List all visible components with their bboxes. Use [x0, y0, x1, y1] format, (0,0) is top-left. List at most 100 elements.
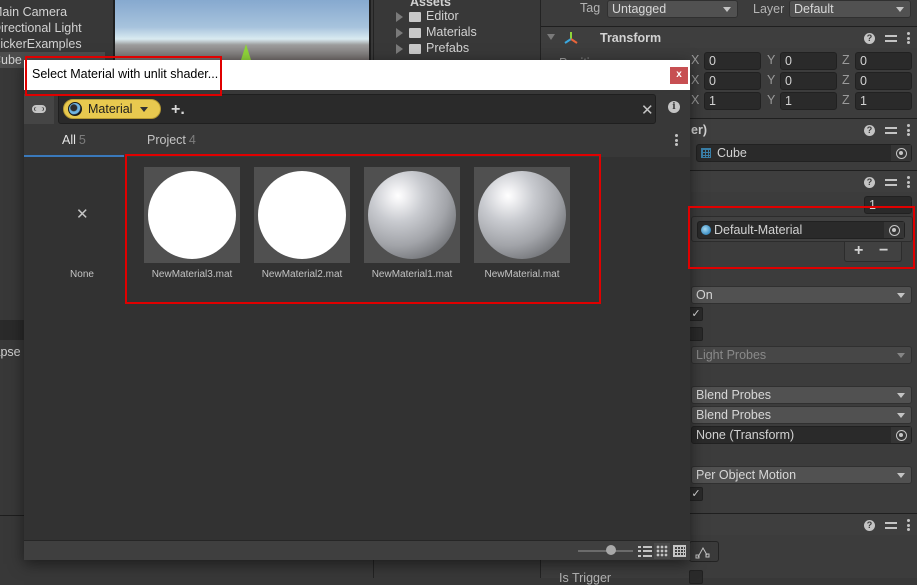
toggle-icon: [32, 105, 46, 113]
position-z-field[interactable]: 0: [855, 52, 912, 70]
cast-shadows-dropdown[interactable]: On: [691, 286, 912, 304]
chevron-down-icon[interactable]: [140, 106, 149, 112]
presets-icon[interactable]: [885, 125, 897, 136]
help-icon[interactable]: ?: [864, 32, 875, 44]
motion-vectors-dropdown[interactable]: Per Object Motion: [691, 466, 912, 484]
scale-z-field[interactable]: 1: [855, 92, 912, 110]
tab-all[interactable]: All 5: [62, 133, 86, 147]
object-picker-button[interactable]: [891, 145, 911, 161]
material-item[interactable]: NewMaterial.mat: [464, 167, 574, 289]
dynamic-occlusion-checkbox[interactable]: ✓: [689, 487, 703, 501]
more-options-icon[interactable]: [907, 124, 910, 136]
material-item[interactable]: NewMaterial2.mat: [244, 167, 354, 289]
cast-shadows-value: On: [696, 288, 713, 302]
folder-item-prefabs[interactable]: Prefabs: [396, 40, 469, 56]
receive-shadows-checkbox[interactable]: ✓: [689, 307, 703, 321]
rotation-y-field[interactable]: 0: [780, 72, 837, 90]
dialog-titlebar[interactable]: Select Material with unlit shader... x: [24, 60, 690, 90]
slider-handle[interactable]: [606, 545, 616, 555]
list-icon: [638, 545, 652, 557]
materials-size-field[interactable]: 1: [864, 196, 912, 214]
tab-count: 4: [188, 133, 196, 147]
edit-collider-button[interactable]: [689, 541, 719, 562]
folder-item-editor[interactable]: Editor: [396, 8, 459, 24]
contribute-gi-checkbox[interactable]: [689, 327, 703, 341]
expand-arrow-icon[interactable]: [396, 43, 403, 54]
mesh-value: Cube: [717, 146, 747, 160]
material-item[interactable]: NewMaterial3.mat: [134, 167, 244, 289]
presets-icon[interactable]: [885, 177, 897, 188]
presets-icon[interactable]: [885, 520, 897, 531]
filter-chip-label: Material: [88, 102, 133, 116]
anchor-override-field[interactable]: None (Transform): [691, 426, 912, 444]
object-picker-button[interactable]: [884, 222, 904, 238]
info-icon[interactable]: i: [668, 101, 680, 113]
close-button[interactable]: x: [670, 67, 688, 84]
console-toolbar: [0, 320, 24, 340]
tag-label: Tag: [580, 1, 601, 15]
mesh-field[interactable]: Cube: [696, 144, 912, 162]
tag-dropdown[interactable]: Untagged: [607, 0, 738, 18]
help-icon[interactable]: ?: [864, 124, 875, 136]
scale-y-field[interactable]: 1: [780, 92, 837, 110]
axis-x-label: X: [691, 93, 700, 107]
scale-x-field[interactable]: 1: [704, 92, 761, 110]
scene-view[interactable]: [113, 0, 371, 60]
rotation-z-field[interactable]: 0: [855, 72, 912, 90]
position-y-field[interactable]: 0: [780, 52, 837, 70]
presets-icon[interactable]: [885, 33, 897, 44]
folder-label: Editor: [426, 9, 459, 23]
folder-item-materials[interactable]: Materials: [396, 24, 477, 40]
add-filter-button[interactable]: +.: [171, 101, 185, 119]
layer-value: Default: [794, 2, 834, 16]
folder-label: Prefabs: [426, 41, 470, 55]
position-x-field[interactable]: 0: [704, 52, 761, 70]
hierarchy-item-picker-examples[interactable]: PickerExamples: [0, 36, 105, 52]
material-element-field[interactable]: Default-Material: [697, 221, 905, 239]
search-input[interactable]: Material +. ✕: [58, 94, 656, 124]
chevron-down-icon: [897, 393, 905, 398]
reflection-probes-dropdown[interactable]: Blend Probes: [691, 406, 912, 424]
help-icon[interactable]: ?: [864, 519, 875, 531]
layer-dropdown[interactable]: Default: [789, 0, 911, 18]
hierarchy-item-main-camera[interactable]: Main Camera: [0, 4, 105, 20]
search-mode-toggle[interactable]: [24, 94, 54, 124]
edit-collider-icon: [695, 546, 710, 559]
remove-element-button[interactable]: −: [879, 242, 888, 260]
more-options-icon[interactable]: [907, 519, 910, 531]
transform-header[interactable]: Transform ?: [541, 26, 917, 48]
light-probes-dropdown[interactable]: Blend Probes: [691, 386, 912, 404]
table-icon: [672, 545, 686, 557]
help-icon[interactable]: ?: [864, 176, 875, 188]
anchor-override-value: None (Transform): [696, 428, 795, 442]
tab-project[interactable]: Project 4: [147, 133, 196, 147]
axis-y-label: Y: [767, 93, 776, 107]
collapse-button[interactable]: Collapse: [0, 344, 24, 360]
more-options-icon[interactable]: [675, 134, 678, 146]
object-picker-button[interactable]: [891, 427, 911, 443]
table-view-button[interactable]: [671, 543, 687, 559]
material-thumbnail: [364, 167, 460, 263]
lit-sphere-preview: [478, 171, 566, 259]
is-trigger-checkbox[interactable]: [689, 570, 703, 584]
expand-arrow-icon[interactable]: [396, 27, 403, 38]
more-options-icon[interactable]: [907, 32, 910, 44]
component-header-icons: ?: [864, 174, 910, 190]
chevron-down-icon: [897, 293, 905, 298]
expand-arrow-icon[interactable]: [396, 11, 403, 22]
component-header-icons: ?: [864, 122, 910, 138]
is-trigger-label: Is Trigger: [559, 571, 612, 585]
grid-view-button[interactable]: [654, 543, 670, 559]
list-view-button[interactable]: [637, 543, 653, 559]
hierarchy-item-directional-light[interactable]: Directional Light: [0, 20, 105, 36]
material-item[interactable]: NewMaterial1.mat: [354, 167, 464, 289]
rotation-x-field[interactable]: 0: [704, 72, 761, 90]
type-filter-chip[interactable]: Material: [63, 99, 161, 119]
clear-search-icon[interactable]: ✕: [641, 101, 654, 119]
list-footer: + −: [844, 242, 902, 262]
search-toolbar: Material +. ✕ i: [24, 90, 690, 126]
more-options-icon[interactable]: [907, 176, 910, 188]
add-element-button[interactable]: +: [854, 242, 863, 260]
none-item[interactable]: ✕ None: [24, 157, 140, 297]
foldout-arrow-icon[interactable]: [547, 34, 555, 40]
